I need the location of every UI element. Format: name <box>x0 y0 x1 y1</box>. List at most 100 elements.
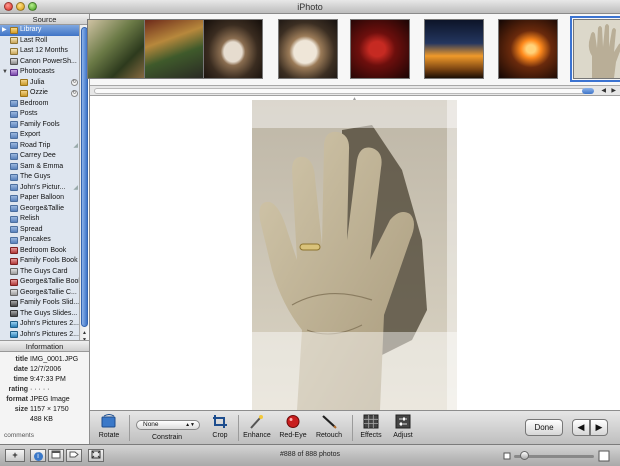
source-item[interactable]: Family Fools <box>0 120 80 131</box>
source-item[interactable]: Road Trip ◢ <box>0 141 80 152</box>
source-item[interactable]: Export <box>0 130 80 141</box>
thumbnail-4[interactable] <box>278 19 338 79</box>
camera-icon <box>10 58 18 65</box>
source-item-label: George&Tallie C... <box>20 288 77 296</box>
adjust-sliders-icon <box>395 414 411 429</box>
filmstrip-scroll-thumb[interactable] <box>582 88 594 94</box>
edited-photo[interactable] <box>252 100 457 410</box>
filmstrip-left-arrow-icon[interactable]: ◀ <box>601 87 606 94</box>
comments-field[interactable]: comments <box>4 432 34 439</box>
info-value[interactable]: IMG_0001.JPG <box>30 356 78 363</box>
disclosure-collapsed-icon[interactable]: ▶ <box>2 25 7 36</box>
source-item[interactable]: Family Fools Slid... <box>0 298 80 309</box>
next-photo-button[interactable]: ▶ <box>590 419 608 436</box>
source-item[interactable]: Sam & Emma <box>0 162 80 173</box>
source-item[interactable]: Bedroom Book <box>0 246 80 257</box>
information-header: Information <box>0 341 89 352</box>
source-item[interactable]: The Guys Card <box>0 267 80 278</box>
source-item[interactable]: Carrey Dee <box>0 151 80 162</box>
done-button[interactable]: Done <box>525 419 563 436</box>
source-item[interactable]: Bedroom <box>0 99 80 110</box>
crop-button[interactable]: Crop <box>208 414 232 439</box>
filmstrip-scrollbar[interactable]: ◀ ▶ <box>90 86 620 96</box>
source-item[interactable]: George&Tallie Book <box>0 277 80 288</box>
source-item-label: John's Pictures 2... <box>20 320 79 327</box>
source-item[interactable]: Family Fools Book <box>0 256 80 267</box>
enhance-button[interactable]: Enhance <box>242 414 272 439</box>
source-item[interactable]: Posts <box>0 109 80 120</box>
source-item-label: The Guys <box>20 173 51 180</box>
information-rows: title IMG_0001.JPG date 12/7/2006 time 9:47:3… <box>0 352 89 425</box>
zoom-slider-knob[interactable] <box>520 451 529 460</box>
thumbnail-8-selected[interactable] <box>570 16 620 82</box>
rotate-icon <box>101 414 116 428</box>
source-item-label: Last Roll <box>20 36 48 44</box>
constrain-dropdown[interactable]: None ▲▼ <box>136 420 200 430</box>
shared-icon: ◢ <box>73 142 78 149</box>
source-item[interactable]: Canon PowerSh... <box>0 57 80 68</box>
source-item[interactable]: George&Tallie <box>0 204 80 215</box>
filmstrip-track[interactable] <box>94 88 586 94</box>
album-icon <box>10 100 18 107</box>
source-item[interactable]: Julia ↻ <box>0 78 80 89</box>
source-item-label: Pancakes <box>20 236 51 243</box>
photo-view[interactable]: ▲ <box>90 96 620 410</box>
retouch-brush-icon <box>322 415 337 429</box>
photocast-refresh-icon[interactable]: ↻ <box>71 79 78 86</box>
source-item[interactable]: The Guys <box>0 172 80 183</box>
slideshow-icon <box>10 299 18 307</box>
thumbnail-7[interactable] <box>498 19 558 79</box>
toolbar-separator <box>352 415 353 441</box>
source-item-label: Paper Balloon <box>20 194 64 201</box>
source-item[interactable]: George&Tallie C... <box>0 288 80 299</box>
thumbnail-5[interactable] <box>350 19 410 79</box>
source-item[interactable]: ▶ Library <box>0 25 80 36</box>
book-icon <box>10 278 18 286</box>
info-row: size 1157 × 1750 <box>0 405 89 415</box>
card-icon <box>10 289 18 296</box>
toolbar-separator <box>129 415 130 441</box>
info-key: date <box>13 366 28 373</box>
source-item[interactable]: Paper Balloon <box>0 193 80 204</box>
filmstrip-right-arrow-icon[interactable]: ▶ <box>611 87 616 94</box>
disclosure-expanded-icon[interactable]: ▼ <box>2 67 8 78</box>
source-item[interactable]: Pancakes <box>0 235 80 246</box>
info-value[interactable]: · · · · · <box>30 386 49 393</box>
thumbnail-3[interactable] <box>203 19 263 79</box>
source-item-label: John's Pictur... <box>20 183 66 191</box>
source-item[interactable]: ▼ Photocasts <box>0 67 80 78</box>
folder-icon <box>20 79 28 86</box>
thumbnail-6[interactable] <box>424 19 484 79</box>
constrain-label: Constrain <box>152 434 182 441</box>
info-row: rating · · · · · <box>0 385 89 395</box>
source-item[interactable]: Last Roll <box>0 36 80 47</box>
source-item[interactable]: John's Pictures 2... <box>0 319 80 330</box>
source-item-label: John's Pictures 2... <box>20 330 79 338</box>
effects-button[interactable]: Effects <box>356 414 386 439</box>
source-item-label: Spread <box>20 225 43 233</box>
source-item-label: Relish <box>20 215 40 222</box>
source-item[interactable]: John's Pictures 2... <box>0 330 80 341</box>
source-item[interactable]: John's Pictur... ◢ <box>0 183 80 194</box>
source-item-label: George&Tallie Book <box>20 278 80 285</box>
library-icon <box>10 26 18 34</box>
photocast-refresh-icon[interactable]: ↻ <box>71 89 78 97</box>
source-item[interactable]: Last 12 Months <box>0 46 80 57</box>
edit-toolbar: Rotate None ▲▼ Constrain Crop Enhance Re… <box>90 410 620 444</box>
rotate-button[interactable]: Rotate <box>97 414 121 439</box>
source-item-label: Bedroom <box>20 99 49 107</box>
previous-photo-button[interactable]: ◀ <box>572 419 590 436</box>
source-item[interactable]: Ozzie ↻ <box>0 88 80 99</box>
source-item[interactable]: Relish <box>0 214 80 225</box>
thumbnail-2[interactable] <box>144 19 204 79</box>
source-item-label: The Guys Slides... <box>20 309 78 317</box>
red-eye-button[interactable]: Red-Eye <box>278 414 308 439</box>
source-item[interactable]: Spread <box>0 225 80 236</box>
source-item[interactable]: The Guys Slides... <box>0 309 80 320</box>
source-item-label: George&Tallie <box>20 204 64 212</box>
thumbnail-1[interactable] <box>87 19 147 79</box>
retouch-button[interactable]: Retouch <box>314 414 344 439</box>
adjust-button[interactable]: Adjust <box>388 414 418 439</box>
album-icon <box>10 142 18 149</box>
scroll-up-arrow-icon[interactable]: ▲ <box>80 330 89 337</box>
